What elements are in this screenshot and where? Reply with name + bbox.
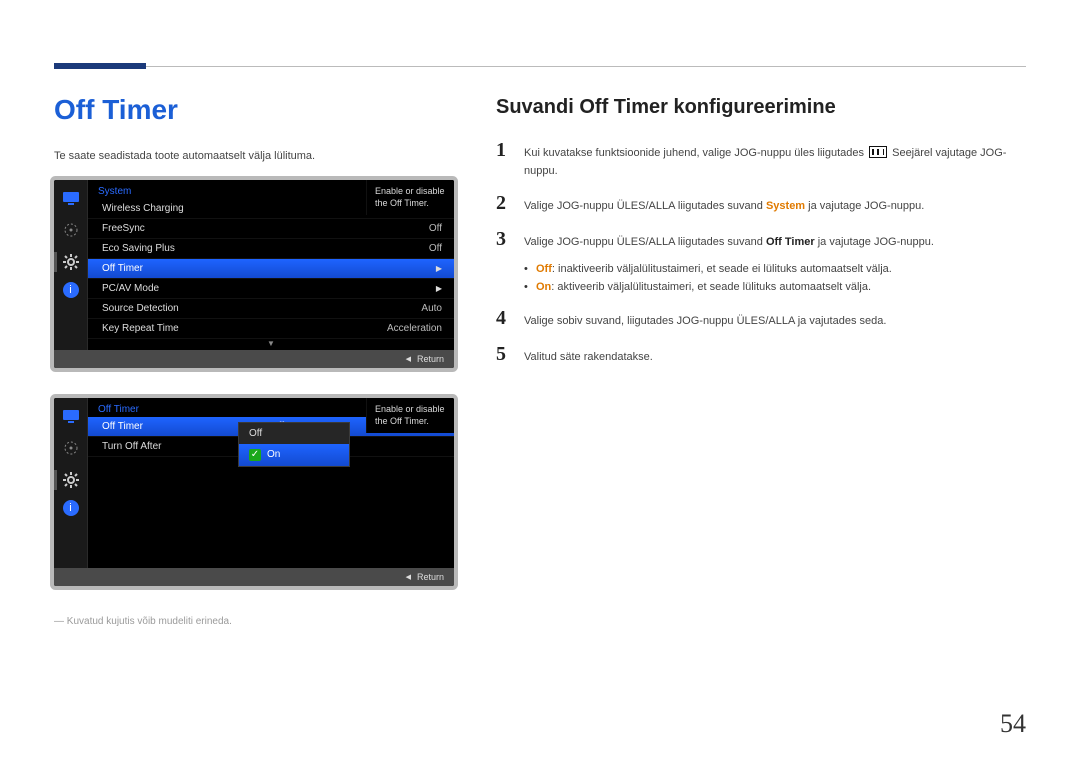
target-icon [60,218,82,242]
step-body: Valitud säte rakendatakse. [524,349,1026,367]
option-label: Off [249,428,262,439]
osd-row-label: Eco Saving Plus [102,243,175,254]
bullet-text: : aktiveerib väljalülitustaimeri, et sea… [551,281,871,293]
bullet-off: Off: inaktiveerib väljalülitustaimeri, e… [524,263,1026,275]
osd-footer: ◀ Return [54,350,454,368]
check-icon: ✓ [249,449,261,461]
bullet-on: On: aktiveerib väljalülitustaimeri, et s… [524,281,1026,293]
option-label: On [267,449,280,460]
osd-hint: Enable or disable the Off Timer. [366,398,454,433]
step-number: 3 [496,228,512,251]
caption-note: Kuvatud kujutis võib mudeliti erineda. [54,616,454,627]
osd-row-label: Turn Off After [102,441,161,452]
info-icon: i [63,500,79,516]
osd-main-panel: System Wireless ChargingOffFreeSyncOffEc… [88,180,454,350]
option-bullets: Off: inaktiveerib väljalülitustaimeri, e… [524,263,1026,293]
step-body: Valige sobiv suvand, liigutades JOG-nupp… [524,313,1026,331]
keyword-off: Off [536,263,552,275]
step-3: 3 Valige JOG-nuppu ÜLES/ALLA liigutades … [496,228,1026,252]
step-body: Valige JOG-nuppu ÜLES/ALLA liigutades su… [524,234,1026,252]
monitor-icon [60,404,82,428]
osd-hint-line2: the Off Timer. [375,198,429,208]
osd-row-label: FreeSync [102,223,145,234]
osd-row-value: Off [429,243,442,254]
osd-row-label: PC/AV Mode [102,283,159,294]
osd-dropdown-option: ✓ On [239,444,349,466]
monitor-icon [60,186,82,210]
osd-offtimer-screenshot: i Off Timer Off TimerOffTurn Off After O… [54,398,454,586]
step-number: 5 [496,343,512,366]
header-accent [54,63,146,69]
osd-row-value: Off [429,223,442,234]
step-2: 2 Valige JOG-nuppu ÜLES/ALLA liigutades … [496,192,1026,216]
step-5: 5 Valitud säte rakendatakse. [496,343,1026,367]
osd-menu-row: Source Detection Auto [88,299,454,319]
osd-hint: Enable or disable the Off Timer. [366,180,454,215]
step-text-pre: Valige JOG-nuppu ÜLES/ALLA liigutades su… [524,236,766,248]
osd-row-label: Source Detection [102,303,179,314]
osd-row-label: Wireless Charging [102,203,184,214]
chevron-right-icon: ▶ [436,264,442,273]
return-label: Return [417,354,444,364]
step-number: 1 [496,139,512,162]
back-triangle-icon: ◀ [406,573,411,581]
step-4: 4 Valige sobiv suvand, liigutades JOG-nu… [496,307,1026,331]
osd-dropdown-option: Off [239,423,349,444]
step-text-post: ja vajutage JOG-nuppu. [815,236,934,248]
step-body: Valige JOG-nuppu ÜLES/ALLA liigutades su… [524,198,1026,216]
info-icon: i [63,282,79,298]
keyword-offtimer: Off Timer [766,236,815,248]
osd-hint-line1: Enable or disable [375,186,445,196]
osd-hint-line2: the Off Timer. [375,416,429,426]
keyword-system: System [766,200,805,212]
osd-row-label: Key Repeat Time [102,323,179,334]
osd-menu-row: FreeSync Off [88,219,454,239]
osd-main-panel: Off Timer Off TimerOffTurn Off After Off… [88,398,454,568]
gear-icon [60,468,82,492]
menu-icon [869,146,887,158]
gear-icon [60,250,82,274]
osd-row-label: Off Timer [102,421,143,432]
osd-menu-row: Key Repeat Time Acceleration [88,319,454,339]
scroll-down-caret-icon: ▼ [267,339,275,348]
chevron-right-icon: ▶ [436,284,442,293]
osd-hint-line1: Enable or disable [375,404,445,414]
osd-footer: ◀ Return [54,568,454,586]
top-rule [54,66,1026,94]
osd-menu-row: Eco Saving Plus Off [88,239,454,259]
osd-menu-row: Off Timer ▶ [88,259,454,279]
osd-system-screenshot: i System Wireless ChargingOffFreeSyncOff… [54,180,454,368]
target-icon [60,436,82,460]
section-heading: Suvandi Off Timer konfigureerimine [496,96,1026,119]
step-body: Kui kuvatakse funktsioonide juhend, vali… [524,145,1026,180]
step-1: 1 Kui kuvatakse funktsioonide juhend, va… [496,139,1026,180]
osd-dropdown-popup: Off ✓ On [238,422,350,467]
osd-row-value: Auto [421,303,442,314]
page-number: 54 [1000,709,1026,739]
keyword-on: On [536,281,551,293]
osd-menu-row: PC/AV Mode ▶ [88,279,454,299]
step-text-pre: Valige JOG-nuppu ÜLES/ALLA liigutades su… [524,200,766,212]
bullet-text: : inaktiveerib väljalülitustaimeri, et s… [552,263,892,275]
step-text-pre: Kui kuvatakse funktsioonide juhend, vali… [524,147,867,159]
step-number: 2 [496,192,512,215]
step-number: 4 [496,307,512,330]
step-text-post: ja vajutage JOG-nuppu. [805,200,924,212]
intro-text: Te saate seadistada toote automaatselt v… [54,150,454,162]
osd-sidebar: i [54,180,88,350]
osd-row-label: Off Timer [102,263,143,274]
return-label: Return [417,572,444,582]
back-triangle-icon: ◀ [406,355,411,363]
page-title: Off Timer [54,94,454,126]
osd-row-value: Acceleration [387,323,442,334]
osd-sidebar: i [54,398,88,568]
header-rule [146,66,1026,94]
